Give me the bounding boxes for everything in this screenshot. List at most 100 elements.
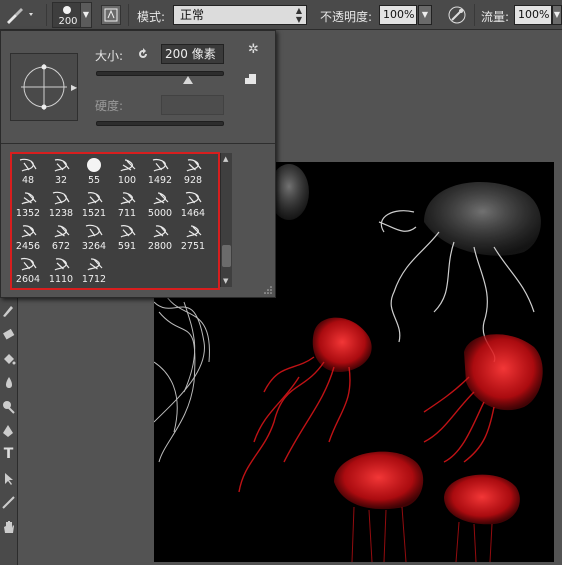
brush-tip-preview[interactable]: [10, 53, 78, 121]
hand-tool-icon[interactable]: [1, 519, 16, 534]
brush-thumbnail-icon: [120, 225, 136, 238]
opacity-label: 不透明度:: [320, 10, 373, 24]
toggle-brush-panel-button[interactable]: [101, 5, 121, 25]
flow-label: 流量:: [481, 10, 510, 24]
opacity-dropdown-button[interactable]: ▼: [418, 5, 432, 25]
size-field[interactable]: 200 像素: [161, 44, 224, 64]
brush-preset-size: 928: [183, 175, 203, 186]
brush-size-readout: 200: [58, 16, 78, 27]
brush-thumbnail-icon: [120, 192, 136, 205]
brush-preset-item[interactable]: 100: [112, 155, 142, 187]
pen-icon[interactable]: [1, 423, 16, 438]
brush-preset-item[interactable]: 1464: [178, 188, 208, 220]
brush-thumbnail-icon: [152, 158, 169, 172]
arrow-right-icon: ▶: [71, 83, 78, 92]
flow-dropdown-button[interactable]: ▼: [552, 5, 562, 25]
brush-preset-size: 1464: [180, 208, 206, 219]
hardness-slider-track: [96, 121, 224, 126]
size-slider-track[interactable]: [96, 71, 224, 76]
brush-preset-item[interactable]: 2751: [178, 221, 208, 253]
brush-preset-size: 1110: [48, 274, 74, 285]
brush-thumbnail-icon: [54, 225, 70, 238]
brush-preset-item[interactable]: 2800: [145, 221, 175, 253]
brush-preset-item[interactable]: 711: [112, 188, 142, 220]
brush-icon[interactable]: [1, 303, 16, 318]
type-tool-icon[interactable]: T: [1, 447, 16, 462]
resize-grip-icon[interactable]: [264, 286, 272, 294]
brush-tool-icon[interactable]: [3, 4, 37, 26]
brush-thumbnail-icon: [185, 191, 202, 205]
brush-preset-size: 5000: [147, 208, 173, 219]
brush-preset-size: 591: [117, 241, 137, 252]
brush-preset-item[interactable]: 2604: [13, 254, 43, 286]
presets-scrollbar[interactable]: ▲ ▼: [220, 153, 232, 287]
brush-preset-size: 2604: [15, 274, 41, 285]
brush-preset-item[interactable]: 3264: [79, 221, 109, 253]
brush-preset-size: 1521: [81, 208, 107, 219]
brush-thumbnail-icon: [21, 192, 37, 205]
brush-preset-item[interactable]: 5000: [145, 188, 175, 220]
reset-size-icon[interactable]: [135, 46, 151, 62]
opacity-field[interactable]: 100%: [379, 5, 417, 25]
brush-thumbnail-icon: [87, 258, 103, 271]
brush-preset-size: 3264: [81, 241, 107, 252]
brush-preset-item[interactable]: 48: [13, 155, 43, 187]
dodge-icon[interactable]: [1, 399, 16, 414]
separator: [474, 4, 475, 26]
blend-mode-select[interactable]: 正常 ▲ ▼: [173, 5, 307, 25]
brush-preset-item[interactable]: 1521: [79, 188, 109, 220]
white-jellyfish-right: [378, 182, 541, 363]
brush-preset-size: 48: [21, 175, 35, 186]
brush-preset-item[interactable]: 2456: [13, 221, 43, 253]
pressure-opacity-icon[interactable]: [447, 5, 467, 25]
brush-thumbnail-icon: [153, 192, 169, 205]
paint-bucket-icon[interactable]: [1, 351, 16, 366]
brush-preset-size: 672: [51, 241, 71, 252]
brush-preset-item[interactable]: 1492: [145, 155, 175, 187]
brush-preset-size: 1492: [147, 175, 173, 186]
brush-preset-size: 1238: [48, 208, 74, 219]
eraser-icon[interactable]: [1, 327, 16, 342]
brush-preset-item[interactable]: 928: [178, 155, 208, 187]
brush-preset-size: 32: [54, 175, 68, 186]
brush-preset-item[interactable]: 672: [46, 221, 76, 253]
brush-preset-size: 2456: [15, 241, 41, 252]
brush-thumbnail-icon: [52, 191, 70, 205]
size-label: 大小:: [95, 49, 124, 63]
brush-thumbnail-icon: [120, 159, 136, 172]
brush-thumbnail-icon: [54, 159, 70, 172]
line-tool-icon[interactable]: [1, 495, 16, 510]
brush-preset-item[interactable]: 32: [46, 155, 76, 187]
options-bar: 200 ▼ 模式: 正常 ▲ ▼ 不透明度: 100% ▼ 流量: 100% ▼: [0, 0, 562, 30]
brush-preset-size: 2800: [147, 241, 173, 252]
brush-preset-item[interactable]: 591: [112, 221, 142, 253]
flow-field[interactable]: 100%: [514, 5, 552, 25]
spinner-arrows-icon: ▲ ▼: [295, 6, 302, 24]
brush-preset-picker-panel: ▶ 大小: 200 像素 ✲ 硬度: 48 32 55 100 1492 928 1352 1…: [0, 30, 276, 298]
brush-thumbnail-icon: [87, 192, 103, 205]
brush-thumbnail-icon: [19, 158, 37, 172]
size-slider-knob[interactable]: [183, 76, 194, 84]
brush-thumbnail-icon: [54, 258, 70, 271]
separator: [128, 4, 129, 26]
brush-preset-size: 1712: [81, 274, 107, 285]
path-selection-icon[interactable]: [1, 471, 16, 486]
brush-preset-item[interactable]: 1352: [13, 188, 43, 220]
blur-drop-icon[interactable]: [1, 375, 16, 390]
scroll-up-icon[interactable]: ▲: [223, 155, 228, 163]
scrollbar-thumb[interactable]: [222, 245, 231, 267]
chevron-down-icon: ▼: [80, 3, 91, 27]
brush-thumbnail-icon: [153, 225, 169, 238]
brush-preset-item[interactable]: 1712: [79, 254, 109, 286]
mode-label: 模式:: [137, 10, 166, 24]
brush-preset-item[interactable]: 1238: [46, 188, 76, 220]
brush-thumbnail-icon: [21, 225, 37, 238]
gear-icon[interactable]: ✲: [248, 42, 259, 57]
new-preset-icon[interactable]: [244, 73, 257, 85]
brush-presets-highlight: 48 32 55 100 1492 928 1352 1238 1521 711 5000 1464 2…: [10, 152, 220, 290]
brush-preset-item[interactable]: 55: [79, 155, 109, 187]
brush-preset-picker-button[interactable]: 200 ▼: [52, 2, 92, 28]
brush-preset-item[interactable]: 1110: [46, 254, 76, 286]
scroll-down-icon[interactable]: ▼: [223, 277, 228, 285]
red-jellyfish-bottom-right: [444, 474, 520, 562]
